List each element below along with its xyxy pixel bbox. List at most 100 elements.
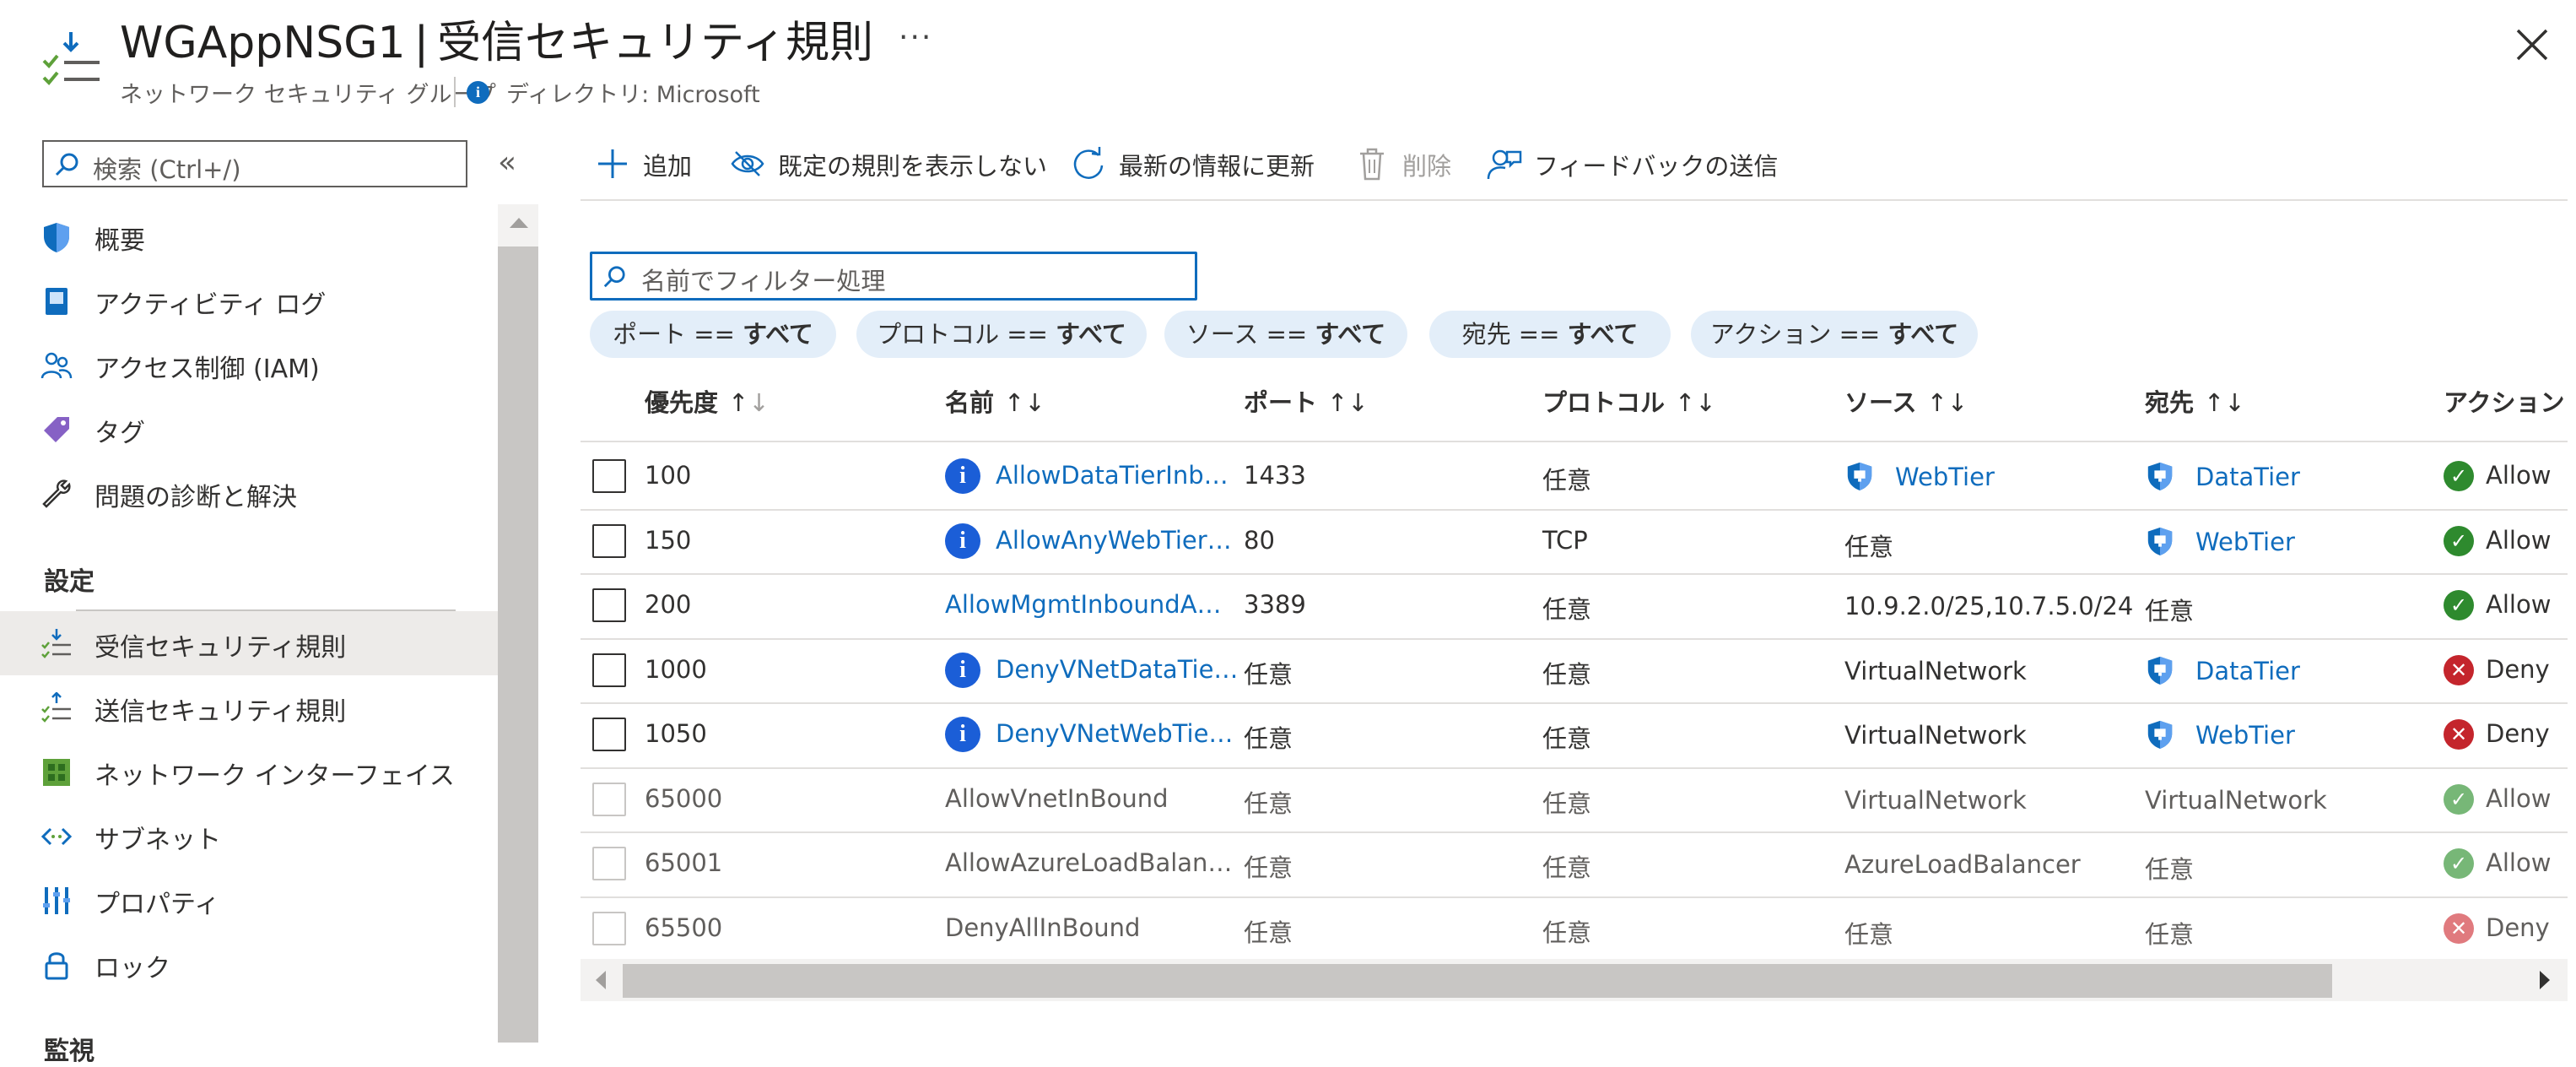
monitoring-section-header: 監視	[44, 1037, 95, 1066]
add-button[interactable]: 追加	[594, 142, 721, 186]
info-icon[interactable]: i	[945, 523, 980, 559]
filter-pill-protocol[interactable]: プロトコル == すべて	[856, 311, 1147, 358]
sidebar-item-network-interfaces[interactable]: ネットワーク インターフェイス	[0, 739, 498, 804]
priority-cell: 65001	[645, 848, 723, 878]
rule-name-link[interactable]: AllowAnyWebTier…	[996, 526, 1232, 555]
row-checkbox[interactable]	[592, 847, 626, 881]
column-header-source[interactable]: ソース ↑↓	[1844, 383, 1968, 419]
sidebar-item-inbound-rules[interactable]: 受信セキュリティ規則	[0, 611, 498, 675]
sort-icon: ↑↓	[1926, 388, 1968, 417]
info-icon[interactable]: i	[945, 652, 980, 688]
plus-icon	[598, 149, 627, 178]
scroll-right-icon[interactable]	[2540, 971, 2550, 989]
row-checkbox[interactable]	[592, 459, 626, 494]
close-button[interactable]	[2513, 25, 2552, 64]
row-divider	[581, 702, 2568, 704]
rule-name-link: AllowVnetInBound	[945, 783, 1169, 813]
hide-default-rules-button[interactable]: 既定の規則を表示しない	[729, 142, 1050, 186]
row-checkbox[interactable]	[592, 523, 626, 558]
column-header-action[interactable]: アクション↑	[2444, 383, 2576, 419]
more-options-button[interactable]: ···	[899, 20, 932, 55]
page-title: WGAppNSG1 | 受信セキュリティ規則	[120, 5, 873, 81]
destination-link[interactable]: WebTier	[2195, 721, 2295, 750]
scroll-up-icon	[510, 218, 528, 228]
action-cell: Allow	[2486, 461, 2552, 490]
filter-by-name-input[interactable]: 名前でフィルター処理	[590, 252, 1197, 301]
column-header-name[interactable]: 名前 ↑↓	[945, 383, 1045, 419]
refresh-button[interactable]: 最新の情報に更新	[1070, 142, 1340, 186]
priority-cell: 1000	[645, 654, 707, 684]
collapse-sidebar-button[interactable]: «	[498, 145, 516, 180]
sidebar-item-tags[interactable]: タグ	[0, 397, 498, 461]
rule-name-link: AllowAzureLoadBalan…	[945, 848, 1233, 878]
action-cell: Deny	[2486, 654, 2550, 684]
row-checkbox[interactable]	[592, 653, 626, 687]
sidebar-item-subnets[interactable]: サブネット	[0, 804, 498, 868]
protocol-cell: TCP	[1542, 525, 1588, 555]
sidebar-search-input[interactable]: 検索 (Ctrl+/)	[42, 140, 467, 187]
pill-key: ポート	[613, 320, 687, 349]
sidebar-item-overview[interactable]: 概要	[0, 204, 498, 268]
horizontal-scrollbar-thumb[interactable]	[623, 964, 2332, 998]
destination-link[interactable]: DataTier	[2195, 657, 2300, 685]
destination-cell: 任意	[2145, 855, 2195, 885]
sidebar-item-locks[interactable]: ロック	[0, 932, 498, 996]
filter-pill-destination[interactable]: 宛先 == すべて	[1429, 311, 1671, 358]
port-cell: 任意	[1244, 918, 1293, 947]
row-checkbox[interactable]	[592, 911, 626, 945]
refresh-icon	[1073, 147, 1104, 179]
row-checkbox[interactable]	[592, 588, 626, 623]
allow-check-icon: ✓	[2444, 461, 2474, 492]
deny-x-icon: ✕	[2444, 654, 2474, 685]
info-icon[interactable]: i	[945, 717, 980, 753]
rule-name-link[interactable]: AllowMgmtInboundA…	[945, 590, 1222, 619]
source-cell: VirtualNetwork	[1844, 656, 2027, 685]
filter-pill-source[interactable]: ソース == すべて	[1164, 311, 1407, 358]
row-checkbox[interactable]	[592, 782, 626, 816]
action-cell: Allow	[2486, 783, 2552, 813]
column-header-port[interactable]: ポート ↑↓	[1244, 383, 1369, 419]
port-cell: 任意	[1244, 788, 1293, 818]
action-cell: Deny	[2486, 719, 2550, 749]
allow-check-icon: ✓	[2444, 848, 2474, 880]
sidebar-item-properties[interactable]: プロパティ	[0, 868, 498, 932]
rule-name-link: DenyAllInBound	[945, 913, 1141, 942]
delete-button[interactable]: 削除	[1353, 142, 1480, 186]
send-feedback-button[interactable]: フィードバックの送信	[1485, 142, 1778, 186]
asg-shield-icon	[2145, 526, 2175, 556]
column-header-destination[interactable]: 宛先 ↑↓	[2145, 383, 2245, 419]
sidebar-item-activity-log[interactable]: アクティビティ ログ	[0, 268, 498, 333]
sidebar-item-outbound-rules[interactable]: 送信セキュリティ規則	[0, 675, 498, 739]
protocol-cell: 任意	[1542, 788, 1592, 818]
sidebar-item-diagnose[interactable]: 問題の診断と解決	[0, 461, 498, 525]
sidebar-scrollbar[interactable]	[498, 204, 538, 1043]
source-link[interactable]: WebTier	[1895, 463, 1995, 491]
priority-cell: 65500	[645, 913, 723, 942]
rule-name-link[interactable]: AllowDataTierInb…	[996, 461, 1229, 490]
sidebar-item-label: サブネット	[95, 826, 221, 855]
row-divider	[581, 508, 2568, 511]
sidebar-item-label: ネットワーク インターフェイス	[95, 761, 455, 791]
info-icon[interactable]: i	[945, 458, 980, 495]
close-icon	[2516, 29, 2548, 61]
sidebar-item-iam[interactable]: アクセス制御 (IAM)	[0, 333, 498, 397]
add-label: 追加	[643, 152, 693, 181]
allow-check-icon: ✓	[2444, 590, 2474, 621]
pill-operator: ==	[694, 320, 735, 349]
column-header-priority[interactable]: 優先度 ↑↓	[645, 383, 770, 419]
search-icon	[603, 266, 625, 288]
rule-name-link[interactable]: DenyVNetWebTie…	[996, 719, 1233, 748]
scroll-left-icon[interactable]	[596, 971, 606, 989]
destination-link[interactable]: WebTier	[2195, 528, 2295, 556]
row-divider	[581, 573, 2568, 575]
priority-cell: 150	[645, 525, 692, 555]
column-header-protocol[interactable]: プロトコル ↑↓	[1542, 383, 1716, 419]
destination-link[interactable]: DataTier	[2195, 463, 2300, 491]
sort-icon: ↑↓	[1327, 388, 1369, 417]
row-checkbox[interactable]	[592, 718, 626, 752]
row-divider	[581, 831, 2568, 833]
filter-pill-port[interactable]: ポート == すべて	[590, 311, 836, 358]
rule-name-link[interactable]: DenyVNetDataTie…	[996, 655, 1238, 684]
filter-pill-action[interactable]: アクション == すべて	[1691, 311, 1978, 358]
pill-operator: ==	[1266, 320, 1308, 349]
